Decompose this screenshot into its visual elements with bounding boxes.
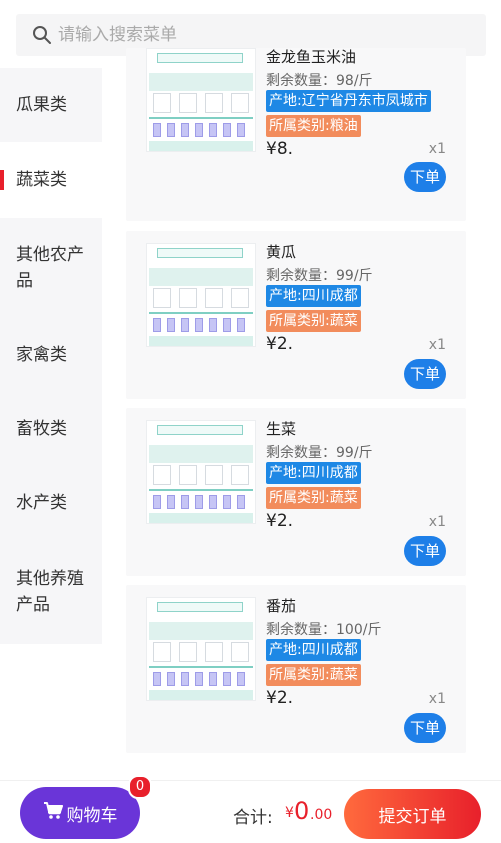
sidebar-item-vegetables[interactable]: 蔬菜类 xyxy=(0,142,102,218)
product-price: ¥2. xyxy=(266,511,294,531)
total-amount: 0 xyxy=(294,797,310,825)
cart-count-badge: 0 xyxy=(128,775,152,799)
product-price: ¥2. xyxy=(266,688,294,708)
product-card: 黄瓜 剩余数量：99/斤 产地:四川成都 所属类别:蔬菜 ¥2. x1 下单 xyxy=(126,231,466,399)
bottom-bar: 购物车 0 合计: ¥ 0 .00 提交订单 xyxy=(0,775,501,843)
product-quantity: x1 xyxy=(428,141,446,157)
category-tag: 所属类别:蔬菜 xyxy=(266,487,361,509)
order-button[interactable]: 下单 xyxy=(404,536,446,566)
product-card: 金龙鱼玉米油 剩余数量：98/斤 产地:辽宁省丹东市凤城市 所属类别:粮油 ¥8… xyxy=(126,48,466,221)
sidebar-item-label: 其他养殖产品 xyxy=(16,569,84,615)
sidebar-item-label: 水产类 xyxy=(16,493,67,513)
product-quantity: x1 xyxy=(428,514,446,530)
product-name: 生菜 xyxy=(266,420,297,438)
sidebar-item-poultry[interactable]: 家禽类 xyxy=(0,318,102,392)
total-currency: ¥ xyxy=(285,805,294,821)
sidebar-item-label: 瓜果类 xyxy=(16,95,67,115)
product-image[interactable] xyxy=(146,48,256,152)
sidebar-item-melon-fruit[interactable]: 瓜果类 xyxy=(0,68,102,142)
total-label: 合计: xyxy=(233,808,273,828)
active-indicator xyxy=(0,170,4,190)
product-quantity: x1 xyxy=(428,691,446,707)
product-price: ¥2. xyxy=(266,334,294,354)
category-tag: 所属类别:蔬菜 xyxy=(266,664,361,686)
product-card: 番茄 剩余数量：100/斤 产地:四川成都 所属类别:蔬菜 ¥2. x1 下单 xyxy=(126,585,466,753)
category-sidebar: 瓜果类 蔬菜类 其他农产品 家禽类 畜牧类 水产类 其他养殖产品 xyxy=(0,68,102,644)
order-button[interactable]: 下单 xyxy=(404,359,446,389)
product-image[interactable] xyxy=(146,597,256,701)
cart-button[interactable]: 购物车 xyxy=(20,787,140,839)
product-stock: 剩余数量：99/斤 xyxy=(266,445,373,461)
sidebar-item-other-farm[interactable]: 其他农产品 xyxy=(0,218,102,318)
total-decimals: .00 xyxy=(310,807,333,823)
product-stock: 剩余数量：98/斤 xyxy=(266,73,373,89)
product-stock: 剩余数量：99/斤 xyxy=(266,268,373,284)
origin-tag: 产地:辽宁省丹东市凤城市 xyxy=(266,90,431,112)
sidebar-item-other-breeding[interactable]: 其他养殖产品 xyxy=(0,540,102,644)
sidebar-item-label: 畜牧类 xyxy=(16,419,67,439)
cart-icon xyxy=(43,801,67,825)
product-price: ¥8. xyxy=(266,139,294,159)
origin-tag: 产地:四川成都 xyxy=(266,639,361,661)
category-tag: 所属类别:粮油 xyxy=(266,115,361,137)
product-image[interactable] xyxy=(146,420,256,524)
submit-order-button[interactable]: 提交订单 xyxy=(344,789,481,839)
product-stock: 剩余数量：100/斤 xyxy=(266,622,382,638)
order-button[interactable]: 下单 xyxy=(404,162,446,192)
search-input[interactable] xyxy=(58,25,458,45)
search-icon xyxy=(32,25,52,45)
sidebar-item-livestock[interactable]: 畜牧类 xyxy=(0,392,102,466)
category-tag: 所属类别:蔬菜 xyxy=(266,310,361,332)
sidebar-item-aquatic[interactable]: 水产类 xyxy=(0,466,102,540)
order-button[interactable]: 下单 xyxy=(404,713,446,743)
sidebar-item-label: 其他农产品 xyxy=(16,245,84,291)
cart-label: 购物车 xyxy=(66,805,118,826)
product-name: 番茄 xyxy=(266,597,297,615)
product-quantity: x1 xyxy=(428,337,446,353)
product-name: 金龙鱼玉米油 xyxy=(266,48,357,66)
origin-tag: 产地:四川成都 xyxy=(266,462,361,484)
origin-tag: 产地:四川成都 xyxy=(266,285,361,307)
sidebar-item-label: 蔬菜类 xyxy=(16,170,67,190)
product-card: 生菜 剩余数量：99/斤 产地:四川成都 所属类别:蔬菜 ¥2. x1 下单 xyxy=(126,408,466,576)
sidebar-item-label: 家禽类 xyxy=(16,345,67,365)
product-image[interactable] xyxy=(146,243,256,347)
product-name: 黄瓜 xyxy=(266,243,297,261)
